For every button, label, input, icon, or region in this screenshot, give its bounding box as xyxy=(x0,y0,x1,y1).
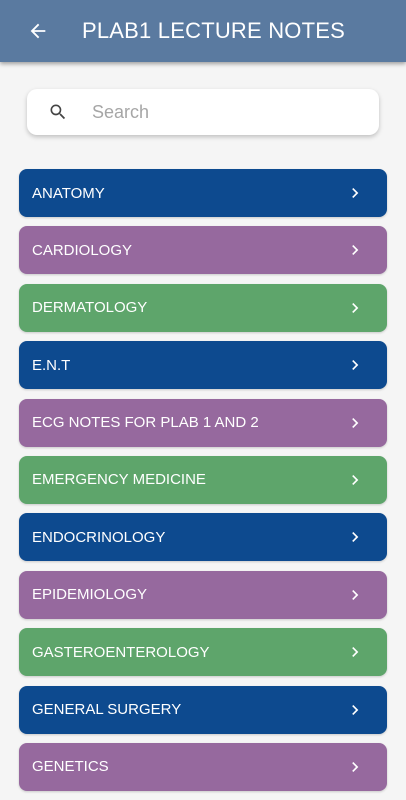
list-item-label: ANATOMY xyxy=(32,184,105,202)
chevron-right-icon xyxy=(345,355,365,375)
search-input[interactable] xyxy=(90,100,354,124)
app-bar: PLAB1 LECTURE NOTES xyxy=(0,0,406,62)
list-item[interactable]: ENDOCRINOLOGY xyxy=(19,513,387,562)
chevron-right-icon xyxy=(345,527,365,547)
chevron-right-icon xyxy=(345,700,365,720)
chevron-right-icon xyxy=(345,757,365,777)
list-item-label: GASTEROENTEROLOGY xyxy=(32,643,210,661)
chevron-right-icon xyxy=(345,240,365,260)
list-item[interactable]: ANATOMY xyxy=(19,169,387,217)
list-item[interactable]: GASTEROENTEROLOGY xyxy=(19,628,387,677)
list-item-label: EPIDEMIOLOGY xyxy=(32,586,148,604)
search-bar[interactable] xyxy=(27,89,379,135)
chevron-right-icon xyxy=(345,413,365,433)
list-item-label: GENETICS xyxy=(32,758,109,776)
chevron-right-icon xyxy=(345,183,365,203)
list-item[interactable]: DERMATOLOGY xyxy=(19,283,387,332)
arrow-left-icon xyxy=(30,23,46,39)
list-item[interactable]: CARDIOLOGY xyxy=(19,226,387,275)
list-item[interactable]: GENETICS xyxy=(19,742,387,791)
search-icon xyxy=(48,102,68,122)
list-item-label: DERMATOLOGY xyxy=(32,299,148,317)
list-item-label: ENDOCRINOLOGY xyxy=(32,528,166,546)
list-item-label: CARDIOLOGY xyxy=(32,241,133,259)
back-button[interactable] xyxy=(20,13,56,49)
topic-list: ANATOMY CARDIOLOGY DERMATOLOGY E.N.T ECG… xyxy=(19,169,387,800)
page-title: PLAB1 LECTURE NOTES xyxy=(82,18,345,43)
chevron-right-icon xyxy=(345,470,365,490)
list-item-label: ECG NOTES FOR PLAB 1 AND 2 xyxy=(32,414,259,432)
list-item[interactable]: ECG NOTES FOR PLAB 1 AND 2 xyxy=(19,398,387,447)
chevron-right-icon xyxy=(345,642,365,662)
list-item-label: EMERGENCY MEDICINE xyxy=(32,471,206,489)
chevron-right-icon xyxy=(345,585,365,605)
list-item[interactable]: EPIDEMIOLOGY xyxy=(19,570,387,619)
list-item[interactable]: E.N.T xyxy=(19,341,387,390)
list-item[interactable]: EMERGENCY MEDICINE xyxy=(19,455,387,504)
chevron-right-icon xyxy=(345,298,365,318)
list-item-label: GENERAL SURGERY xyxy=(32,701,182,719)
list-item-label: E.N.T xyxy=(32,356,71,374)
list-item[interactable]: GENERAL SURGERY xyxy=(19,685,387,734)
